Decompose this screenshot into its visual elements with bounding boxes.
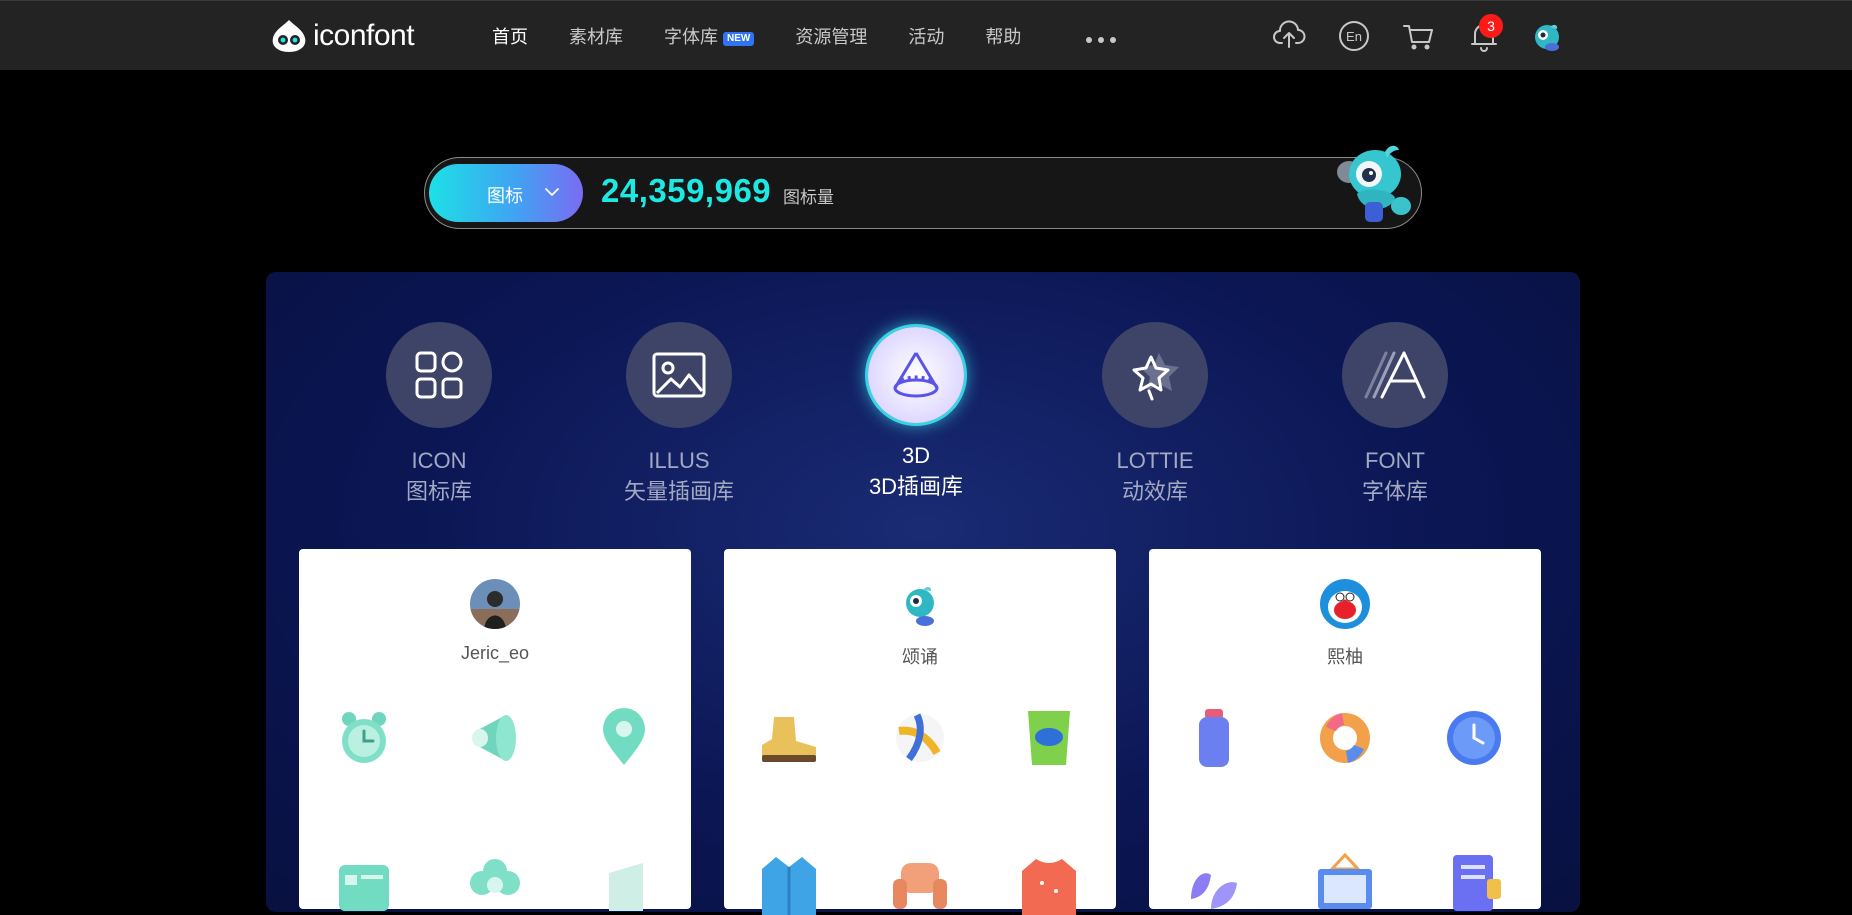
main-nav: 首页 素材库 字体库 NEW 资源管理 活动 帮助 bbox=[492, 23, 1117, 49]
nav-activities[interactable]: 活动 bbox=[908, 23, 944, 49]
category-illus-cn: 矢量插画库 bbox=[623, 479, 734, 504]
boot-3d bbox=[762, 717, 816, 762]
logo-mascot-icon bbox=[272, 20, 306, 52]
mascot-illustration bbox=[1337, 145, 1411, 222]
armchair-3d bbox=[893, 863, 947, 909]
category-lottie[interactable]: LOTTIE 动效库 bbox=[1055, 322, 1255, 508]
nav-help[interactable]: 帮助 bbox=[985, 23, 1021, 49]
language-label: En bbox=[1346, 29, 1362, 44]
plant-3d bbox=[1191, 873, 1237, 909]
picture-board-3d bbox=[1318, 852, 1372, 909]
category-3d-cn: 3D插画库 bbox=[868, 474, 964, 499]
author-avatar[interactable] bbox=[895, 579, 945, 629]
nav-resource-management[interactable]: 资源管理 bbox=[795, 23, 867, 49]
icon-count: 24,359,969 bbox=[601, 172, 772, 209]
cone-icon bbox=[868, 327, 964, 423]
author-avatar[interactable] bbox=[1320, 579, 1370, 629]
glass-panel-3d bbox=[609, 863, 643, 911]
water-bottle-3d bbox=[1199, 709, 1229, 767]
category-illus[interactable]: ILLUS 矢量插画库 bbox=[579, 322, 779, 508]
collection-card[interactable]: 颂诵 bbox=[724, 549, 1116, 915]
top-navbar: iconfont 首页 素材库 字体库 NEW 资源管理 活动 帮助 En 3 bbox=[0, 0, 1852, 70]
nav-fonts[interactable]: 字体库 NEW bbox=[664, 23, 755, 49]
language-en-icon[interactable]: En bbox=[1337, 19, 1371, 53]
nav-home[interactable]: 首页 bbox=[492, 23, 528, 49]
more-menu-icon[interactable] bbox=[1086, 37, 1117, 43]
category-icon[interactable]: ICON 图标库 bbox=[339, 322, 539, 508]
notebook-3d bbox=[1453, 855, 1501, 911]
image-icon bbox=[626, 322, 732, 428]
category-illus-en: ILLUS bbox=[648, 448, 710, 473]
location-pin-3d bbox=[603, 708, 645, 765]
notification-count-badge: 3 bbox=[1479, 14, 1503, 38]
font-icon bbox=[1342, 322, 1448, 428]
upload-icon[interactable] bbox=[1272, 19, 1306, 53]
brand-name: iconfont bbox=[313, 19, 415, 52]
swim-ring-3d bbox=[1320, 713, 1370, 763]
category-3d[interactable]: 3D 3D插画库 bbox=[816, 322, 1016, 503]
chips-bag-3d bbox=[1028, 711, 1070, 765]
author-name: 颂诵 bbox=[902, 647, 938, 667]
search-bar: 图标 24,359,969 图标量 bbox=[424, 145, 1422, 229]
iconfont-logo[interactable]: iconfont bbox=[269, 17, 415, 55]
category-lottie-en: LOTTIE bbox=[1116, 448, 1194, 473]
volleyball-3d bbox=[896, 713, 944, 762]
megaphone-3d bbox=[472, 715, 516, 761]
user-avatar[interactable] bbox=[1530, 19, 1564, 53]
nav-materials[interactable]: 素材库 bbox=[569, 23, 623, 49]
icon-count-label: 图标量 bbox=[783, 188, 834, 207]
star-motion-icon bbox=[1102, 322, 1208, 428]
category-icon-en: ICON bbox=[411, 448, 467, 473]
alarm-clock-3d bbox=[342, 712, 386, 763]
collection-card[interactable]: Jeric_eo bbox=[299, 549, 691, 911]
category-lottie-cn: 动效库 bbox=[1121, 479, 1188, 504]
wall-clock-3d bbox=[1447, 711, 1501, 765]
author-name: 熙柚 bbox=[1327, 647, 1363, 667]
search-type-label: 图标 bbox=[487, 186, 523, 206]
category-icon-cn: 图标库 bbox=[405, 479, 472, 504]
grid-icon bbox=[386, 322, 492, 428]
category-font-en: FONT bbox=[1365, 448, 1425, 473]
nav-fonts-label: 字体库 bbox=[664, 27, 718, 47]
new-badge: NEW bbox=[723, 32, 755, 46]
cart-icon[interactable] bbox=[1401, 19, 1435, 53]
jacket-3d bbox=[762, 857, 816, 915]
chevron-down-icon bbox=[545, 188, 559, 196]
collection-card[interactable]: 熙柚 bbox=[1149, 549, 1541, 911]
author-avatar[interactable] bbox=[470, 579, 520, 629]
category-3d-en: 3D bbox=[901, 443, 931, 468]
calendar-3d bbox=[339, 865, 389, 911]
category-font[interactable]: FONT 字体库 bbox=[1295, 322, 1495, 508]
author-name: Jeric_eo bbox=[460, 643, 530, 663]
flower-3d bbox=[470, 859, 520, 895]
category-font-cn: 字体库 bbox=[1361, 479, 1428, 504]
search-type-dropdown[interactable]: 图标 bbox=[429, 164, 583, 222]
sweater-3d bbox=[1022, 859, 1076, 915]
